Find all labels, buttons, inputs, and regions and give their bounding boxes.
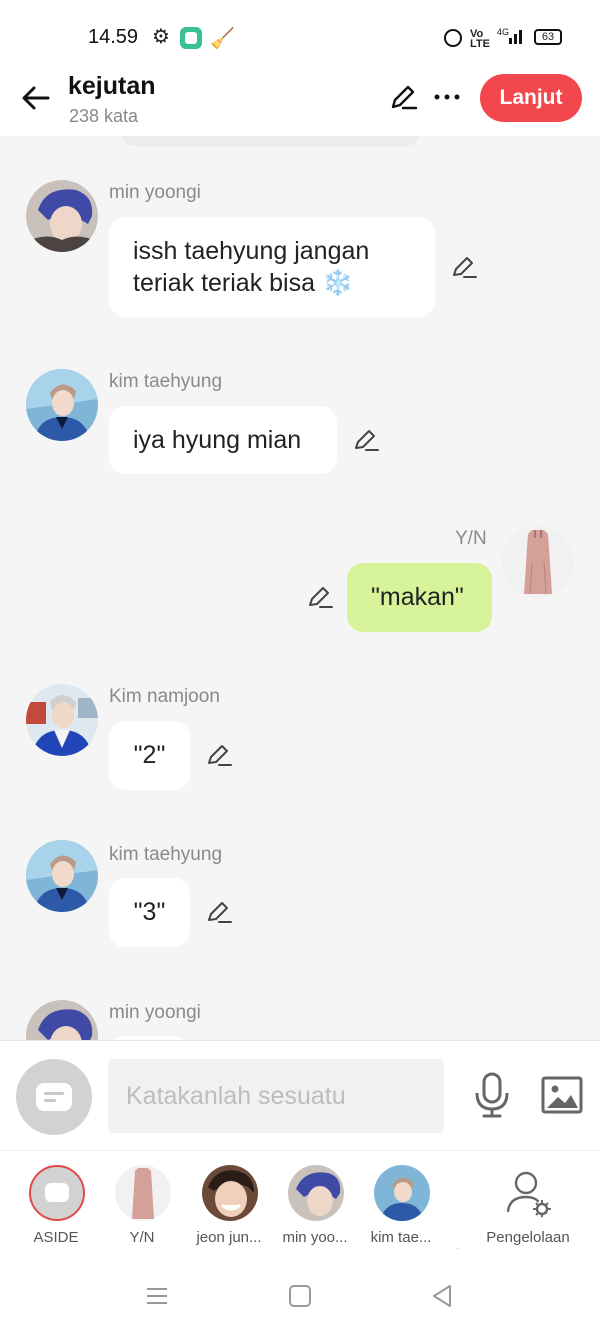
character-label: kim tae... <box>370 1229 432 1246</box>
aside-avatar <box>29 1165 85 1221</box>
manage-user-icon <box>506 1171 551 1218</box>
message-bubble[interactable]: "3" <box>109 878 190 947</box>
aside-icon <box>36 1083 72 1111</box>
edit-message-pencil-icon[interactable] <box>352 426 380 454</box>
image-icon[interactable] <box>540 1075 584 1115</box>
message-item: Kim namjoon "2" <box>0 646 600 806</box>
character-jeon-jungkook[interactable]: jeon jun... <box>189 1163 269 1259</box>
svg-text:4G: 4G <box>497 27 509 37</box>
avatar-yn <box>115 1165 171 1221</box>
avatar-kim-namjoon[interactable] <box>26 684 98 756</box>
home-icon[interactable] <box>286 1282 314 1310</box>
character-label: jeon jun... <box>196 1229 262 1246</box>
alarm-icon <box>444 29 462 47</box>
character-label: min yoo... <box>282 1229 348 1246</box>
character-yn[interactable]: Y/N <box>102 1163 182 1259</box>
message-item: kim taehyung "3" <box>0 806 600 966</box>
mic-icon[interactable] <box>472 1071 512 1119</box>
message-bubble[interactable]: "2" <box>109 721 190 790</box>
back-arrow-icon[interactable] <box>18 80 54 116</box>
avatar-kim-taehyung[interactable] <box>26 840 98 912</box>
message-item: min yoongi issh taehyung jangan teriak t… <box>0 136 600 336</box>
sender-name: min yoongi <box>109 182 201 203</box>
chat-editor-screen: 14.59 ⚙ 🧹 Vo LTE 4G 63 kejutan 238 kata L… <box>0 0 600 1333</box>
signal-icon: 4G <box>497 27 522 44</box>
chat-area[interactable]: min yoongi issh taehyung jangan teriak t… <box>0 136 600 1040</box>
character-selector: ASIDE Y/N jeon jun... min yoo... kim tae… <box>0 1150 600 1260</box>
status-time: 14.59 <box>88 26 139 48</box>
cleaner-icon: 🧹 <box>210 28 235 50</box>
sender-name: min yoongi <box>109 1002 201 1023</box>
sender-name: Y/N <box>455 528 487 549</box>
app-header: kejutan 238 kata Lanjut <box>0 70 600 136</box>
avatar-kim-taehyung <box>374 1165 430 1221</box>
avatar-min-yoongi <box>288 1165 344 1221</box>
volte-icon: Vo LTE <box>470 28 490 50</box>
settings-gear-icon: ⚙ <box>152 26 170 48</box>
edit-message-pencil-icon[interactable] <box>306 583 334 611</box>
continue-button[interactable]: Lanjut <box>480 74 582 122</box>
avatar-yn[interactable] <box>502 526 574 598</box>
edit-message-pencil-icon[interactable] <box>205 898 233 926</box>
sender-name: kim taehyung <box>109 844 223 865</box>
story-title: kejutan <box>68 72 156 100</box>
edit-message-pencil-icon[interactable] <box>205 741 233 769</box>
app-notification-icon <box>180 27 202 49</box>
message-item: kim taehyung iya hyung mian <box>0 326 600 486</box>
character-aside[interactable]: ASIDE <box>16 1163 96 1259</box>
back-nav-icon[interactable] <box>428 1282 456 1310</box>
message-input[interactable] <box>108 1059 444 1133</box>
message-bubble[interactable]: issh taehyung jangan teriak teriak bisa … <box>109 217 435 317</box>
menu-icon[interactable] <box>143 1282 171 1310</box>
message-item-self: Y/N "makan" <box>0 486 600 646</box>
character-label: Pengelolaan <box>486 1229 570 1246</box>
avatar-min-yoongi[interactable] <box>26 180 98 252</box>
character-min-yoongi[interactable]: min yoo... <box>275 1163 355 1259</box>
avatar-jeon-jungkook <box>202 1165 258 1221</box>
manage-characters-button[interactable]: Pengelolaan <box>486 1163 570 1259</box>
edit-pencil-icon[interactable] <box>388 82 418 112</box>
battery-icon: 63 <box>534 29 562 45</box>
more-options-icon[interactable] <box>432 82 462 112</box>
scroll-indicator: · <box>456 1243 460 1254</box>
edit-message-pencil-icon[interactable] <box>450 253 478 281</box>
avatar-min-yoongi[interactable] <box>26 1000 98 1040</box>
sender-name: kim taehyung <box>109 371 223 392</box>
message-item: min yoongi <box>0 966 600 1040</box>
system-nav-bar <box>0 1260 600 1333</box>
character-label: ASIDE <box>33 1229 79 1246</box>
sender-name: Kim namjoon <box>109 686 220 707</box>
status-bar: 14.59 ⚙ 🧹 Vo LTE 4G 63 <box>0 0 600 70</box>
character-label: Y/N <box>129 1229 155 1246</box>
aside-toggle-button[interactable] <box>16 1059 92 1135</box>
message-composer <box>0 1040 600 1150</box>
character-kim-taehyung[interactable]: kim tae... <box>361 1163 441 1259</box>
word-count: 238 kata <box>69 106 139 126</box>
avatar-kim-taehyung[interactable] <box>26 369 98 441</box>
message-bubble[interactable]: "makan" <box>347 563 492 632</box>
message-bubble[interactable]: iya hyung mian <box>109 406 337 474</box>
